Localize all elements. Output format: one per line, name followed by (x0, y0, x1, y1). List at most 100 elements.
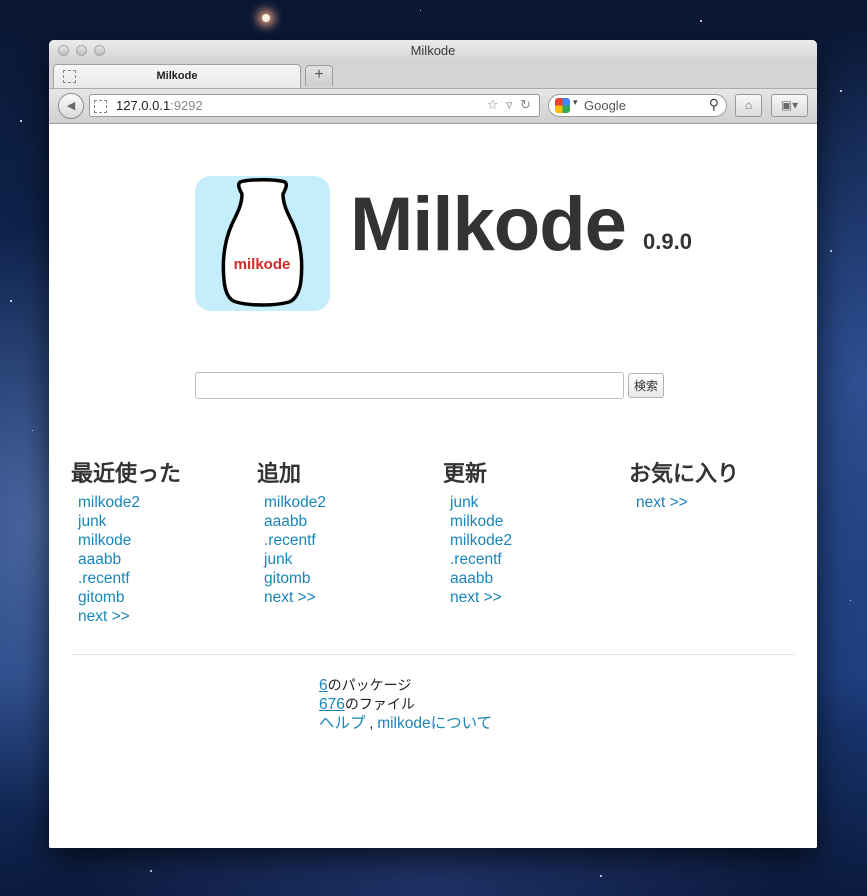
next-link[interactable]: next >> (78, 608, 130, 625)
package-link[interactable]: milkode2 (264, 494, 326, 511)
back-button[interactable]: ◀ (58, 93, 84, 119)
list-item: .recentf (264, 531, 326, 550)
bookmarks-button[interactable]: ▣▾ (771, 94, 808, 117)
tab-milkode[interactable]: Milkode (53, 64, 301, 88)
list-item: gitomb (78, 588, 181, 607)
list-item: milkode (78, 531, 181, 550)
list-item: .recentf (450, 550, 512, 569)
favorites-list: next >> (629, 493, 739, 512)
stats-summary: 6のパッケージ 676のファイル ヘルプ , milkodeについて (319, 676, 492, 733)
list-item: milkode2 (78, 493, 181, 512)
url-port: :9292 (170, 98, 203, 113)
star (20, 120, 22, 122)
package-link[interactable]: gitomb (78, 589, 125, 606)
list-item: .recentf (78, 569, 181, 588)
list-item: aaabb (264, 512, 326, 531)
back-arrow-icon: ◀ (66, 100, 76, 112)
package-link[interactable]: milkode2 (450, 532, 512, 549)
search-input[interactable] (195, 372, 624, 399)
star (840, 90, 842, 92)
app-title: Milkode (350, 182, 627, 267)
package-link[interactable]: milkode (78, 532, 131, 549)
page-icon (63, 70, 76, 83)
list-item: junk (78, 512, 181, 531)
star (262, 14, 270, 22)
list-item: junk (264, 550, 326, 569)
package-link[interactable]: aaabb (78, 551, 121, 568)
recent-list: milkode2 junk milkode aaabb .recentf git… (71, 493, 181, 626)
navigation-toolbar: ◀ 127.0.0.1:9292 ☆ ▿ ↻ ▾ Google ⚲ ⌂ ▣▾ (49, 89, 817, 124)
package-link[interactable]: .recentf (264, 532, 316, 549)
window-controls (58, 45, 105, 56)
star (600, 875, 602, 877)
url-bar[interactable]: 127.0.0.1:9292 ☆ ▿ ↻ (89, 94, 540, 117)
footer-links: ヘルプ , milkodeについて (319, 714, 492, 733)
window-title: Milkode (410, 43, 456, 58)
list-item: milkode2 (264, 493, 326, 512)
app-version: 0.9.0 (643, 229, 692, 254)
package-link[interactable]: .recentf (78, 570, 130, 587)
file-count-link[interactable]: 676 (319, 696, 345, 713)
star (850, 600, 851, 601)
package-count-link[interactable]: 6 (319, 677, 328, 694)
package-link[interactable]: milkode (450, 513, 503, 530)
next-link[interactable]: next >> (264, 589, 316, 606)
list-item: gitomb (264, 569, 326, 588)
url-text[interactable]: 127.0.0.1:9292 (116, 98, 203, 113)
package-link[interactable]: .recentf (450, 551, 502, 568)
section-heading: 最近使った (71, 461, 182, 486)
package-link[interactable]: junk (264, 551, 292, 568)
list-item: junk (450, 493, 512, 512)
package-count-label: のパッケージ (327, 677, 412, 693)
page-content: milkode Milkode 0.9.0 検索 最近使った milkode2 … (49, 126, 817, 848)
google-icon (555, 98, 570, 113)
package-count-line: 6のパッケージ (319, 676, 492, 695)
web-search-field[interactable]: ▾ Google ⚲ (548, 94, 727, 117)
package-link[interactable]: junk (78, 513, 106, 530)
next-link[interactable]: next >> (636, 494, 688, 511)
about-link[interactable]: milkodeについて (377, 715, 492, 732)
file-count-label: のファイル (344, 696, 415, 712)
page-icon (94, 100, 107, 113)
next-link[interactable]: next >> (450, 589, 502, 606)
star (10, 300, 12, 302)
milkode-logo: milkode (195, 176, 330, 311)
bookmark-star-icon[interactable]: ☆ ▿ ↻ (487, 97, 533, 113)
star (830, 250, 832, 252)
package-link[interactable]: gitomb (264, 570, 311, 587)
star (700, 20, 702, 22)
file-count-line: 676のファイル (319, 695, 492, 714)
close-window-button[interactable] (58, 45, 69, 56)
bookmarks-icon: ▣▾ (780, 98, 799, 112)
package-link[interactable]: aaabb (264, 513, 307, 530)
logo-badge-text: milkode (234, 256, 291, 273)
zoom-window-button[interactable] (94, 45, 105, 56)
new-tab-button[interactable]: + (305, 65, 333, 86)
section-favorites: お気に入り next >> (629, 460, 739, 512)
search-placeholder: Google (584, 98, 626, 113)
chevron-down-icon[interactable]: ▾ (573, 97, 578, 108)
divider (71, 654, 795, 655)
section-heading: お気に入り (629, 461, 740, 486)
section-recent: 最近使った milkode2 junk milkode aaabb .recen… (71, 460, 181, 626)
section-heading: 更新 (443, 461, 488, 486)
link-separator: , (365, 715, 378, 731)
list-item: milkode (450, 512, 512, 531)
title-bar: Milkode (49, 40, 817, 62)
minimize-window-button[interactable] (76, 45, 87, 56)
list-item: next >> (450, 588, 512, 607)
browser-window: Milkode Milkode + ◀ 127.0.0.1:9292 ☆ ▿ ↻… (49, 40, 817, 848)
help-link[interactable]: ヘルプ (319, 715, 366, 732)
list-item: aaabb (78, 550, 181, 569)
section-added: 追加 milkode2 aaabb .recentf junk gitomb n… (257, 460, 326, 607)
magnifier-icon[interactable]: ⚲ (709, 96, 719, 113)
home-button[interactable]: ⌂ (735, 94, 762, 117)
search-button[interactable]: 検索 (628, 373, 664, 398)
package-link[interactable]: junk (450, 494, 478, 511)
tab-bar: Milkode + (49, 62, 817, 89)
package-link[interactable]: milkode2 (78, 494, 140, 511)
url-host: 127.0.0.1 (116, 98, 171, 113)
package-link[interactable]: aaabb (450, 570, 493, 587)
milk-bottle-icon: milkode (221, 178, 304, 307)
home-icon: ⌂ (744, 98, 753, 112)
